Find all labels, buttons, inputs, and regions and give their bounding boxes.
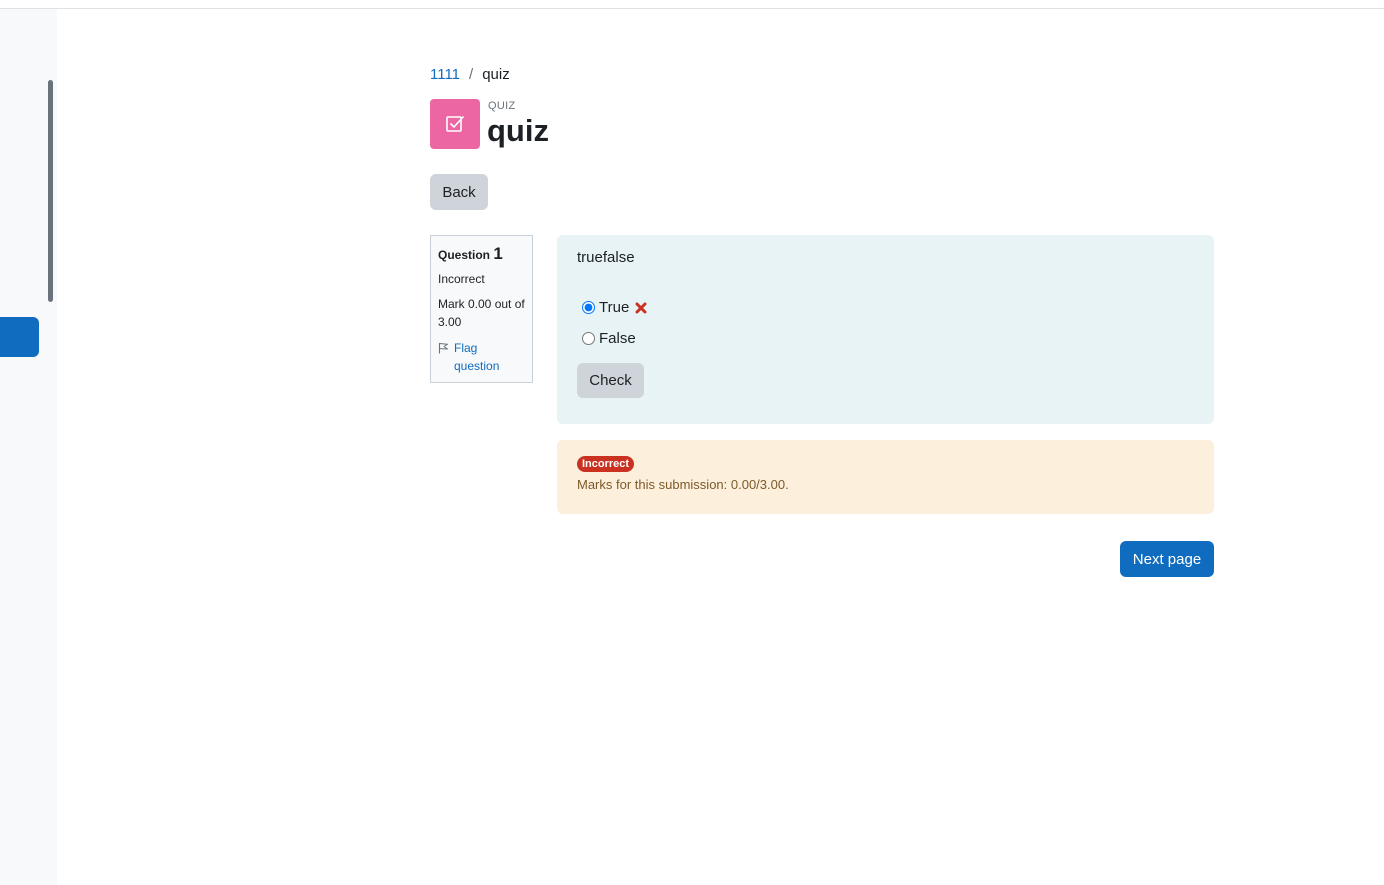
page-title: quiz: [487, 113, 549, 148]
next-page-button[interactable]: Next page: [1120, 541, 1214, 577]
question-state: Incorrect: [438, 272, 485, 286]
activity-type-label: QUIZ: [488, 100, 516, 112]
breadcrumb-separator: /: [469, 66, 474, 83]
answer-radio-false[interactable]: [582, 332, 595, 345]
left-drawer: [0, 9, 57, 885]
answer-option-false[interactable]: False: [580, 330, 636, 347]
breadcrumb: 1111 / quiz: [430, 66, 510, 83]
incorrect-x-icon: [635, 302, 647, 314]
answer-option-true[interactable]: True: [580, 299, 647, 316]
question-text: truefalse: [577, 249, 635, 266]
question-label: Question: [438, 248, 491, 262]
question-formulation: truefalse True False Check: [557, 235, 1214, 424]
question-number: 1: [493, 244, 503, 263]
question-info-panel: Question 1 Incorrect Mark 0.00 out of 3.…: [430, 235, 533, 383]
drawer-toggle-button[interactable]: [0, 317, 39, 357]
back-button[interactable]: Back: [430, 174, 488, 210]
question-grade: Mark 0.00 out of 3.00: [438, 297, 525, 329]
submission-marks: Marks for this submission: 0.00/3.00.: [577, 477, 789, 492]
answer-label-false: False: [599, 330, 636, 347]
answer-label-true: True: [599, 299, 630, 316]
flag-icon: [438, 343, 448, 354]
feedback-panel: Incorrect Marks for this submission: 0.0…: [557, 440, 1214, 514]
flag-question-label: Flag question: [454, 341, 500, 373]
breadcrumb-course-link[interactable]: 1111: [430, 66, 460, 83]
quiz-checkbox-icon: [430, 99, 480, 149]
breadcrumb-current: quiz: [482, 66, 510, 83]
drawer-scrollbar[interactable]: [48, 80, 53, 302]
check-button[interactable]: Check: [577, 363, 644, 398]
answer-radio-true[interactable]: [582, 301, 595, 314]
flag-question-link[interactable]: Flag question: [438, 339, 525, 375]
top-navbar: [0, 0, 1384, 9]
incorrect-badge: Incorrect: [577, 456, 635, 472]
